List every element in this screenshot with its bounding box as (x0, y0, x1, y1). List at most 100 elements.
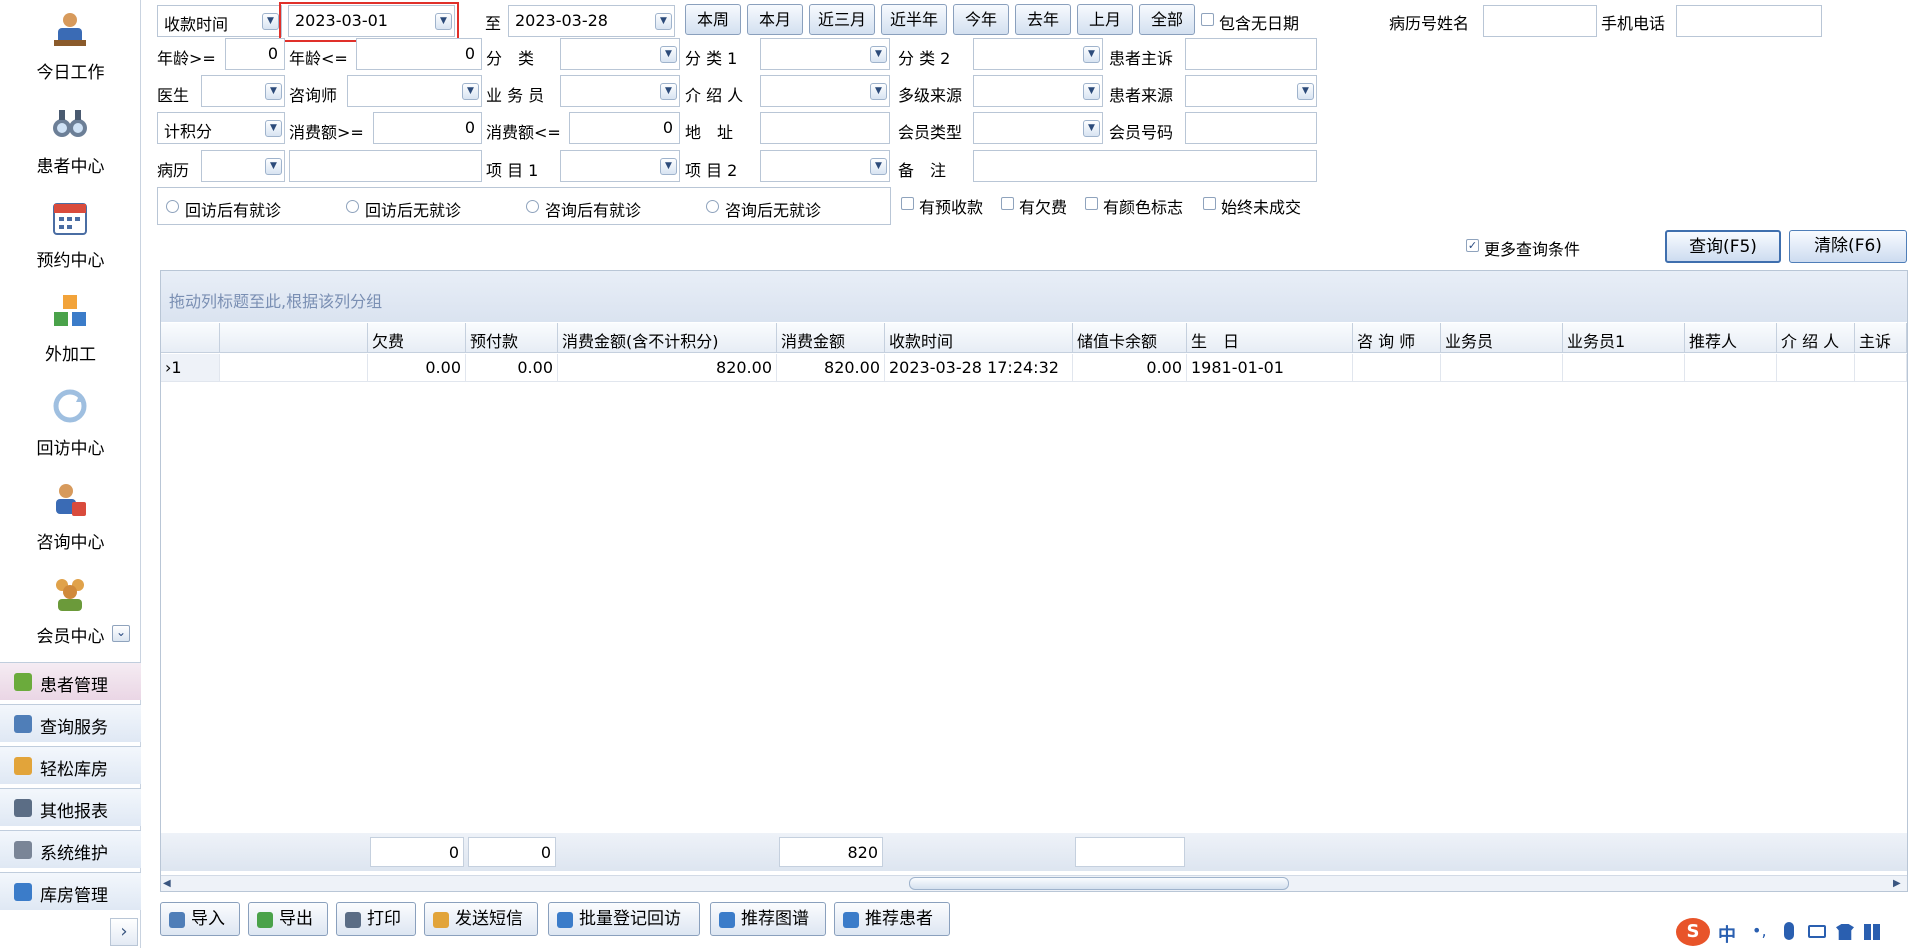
column-header-birthday[interactable]: 生 日 (1187, 323, 1353, 353)
radio-consult-not-visited[interactable] (706, 200, 719, 213)
item1-select[interactable]: ▼ (560, 150, 680, 182)
all-button[interactable]: 全部 (1139, 4, 1195, 35)
age-ge-input[interactable]: 0 (225, 38, 285, 70)
column-header-pay-time[interactable]: 收款时间 (885, 323, 1073, 353)
this-year-button[interactable]: 今年 (953, 4, 1009, 35)
never-deal-checkbox[interactable] (1203, 197, 1216, 210)
nav-member-center[interactable]: 会员中心 (0, 566, 141, 660)
ime-punctuation[interactable]: •, (1752, 921, 1767, 940)
expand-sidebar-button[interactable]: › (110, 918, 138, 946)
category-select[interactable]: ▼ (560, 38, 680, 70)
column-header-spend[interactable]: 消费金额 (777, 323, 885, 353)
more-conditions-checkbox[interactable]: ✓ (1466, 239, 1479, 252)
column-header-introducer[interactable]: 介 绍 人 (1777, 323, 1855, 353)
horizontal-scrollbar[interactable]: ◀ ▶ (161, 875, 1907, 891)
doctor-select[interactable]: ▼ (201, 75, 285, 107)
scroll-left-icon[interactable]: ◀ (163, 877, 175, 890)
cell-consultant[interactable] (1353, 354, 1441, 382)
cell-spend[interactable]: 820.00 (777, 354, 885, 382)
apps-grid-icon[interactable] (1864, 924, 1880, 940)
scrollbar-thumb[interactable] (909, 877, 1289, 890)
recommend-graph-button[interactable]: 推荐图谱 (710, 902, 826, 936)
age-le-input[interactable]: 0 (356, 38, 482, 70)
points-mode-select[interactable]: 计积分 ▼ (157, 112, 285, 144)
clear-button[interactable]: 清除(F6) (1789, 230, 1907, 263)
import-button[interactable]: 导入 (160, 902, 240, 936)
column-header-card-balance[interactable]: 储值卡余额 (1073, 323, 1187, 353)
last-month-button[interactable]: 上月 (1077, 4, 1133, 35)
microphone-icon[interactable] (1784, 922, 1794, 940)
last-year-button[interactable]: 去年 (1015, 4, 1071, 35)
consultant-select[interactable]: ▼ (347, 75, 482, 107)
record-input[interactable] (289, 150, 482, 182)
column-header-indicator[interactable] (161, 323, 220, 353)
ime-language[interactable]: 中 (1718, 921, 1736, 947)
column-header-arrears[interactable]: 欠费 (368, 323, 466, 353)
patient-source-select[interactable]: ▼ (1185, 75, 1317, 107)
cell-salesman[interactable] (1441, 354, 1563, 382)
column-header-consultant[interactable]: 咨 询 师 (1353, 323, 1441, 353)
column-header-complaint[interactable]: 主诉 (1855, 323, 1907, 353)
recommend-patient-button[interactable]: 推荐患者 (834, 902, 950, 936)
cell-introducer[interactable] (1777, 354, 1855, 382)
remark-input[interactable] (973, 150, 1317, 182)
introducer-select[interactable]: ▼ (760, 75, 890, 107)
date-to-input[interactable]: 2023-03-28 ▼ (508, 5, 675, 37)
row-indicator[interactable]: ›1 (161, 354, 220, 382)
spend-ge-input[interactable]: 0 (373, 112, 482, 144)
nav-appointment-center[interactable]: 预约中心 (0, 190, 141, 284)
keyboard-icon[interactable] (1808, 925, 1826, 938)
last-half-year-button[interactable]: 近半年 (881, 4, 947, 35)
category-easy-warehouse[interactable]: 轻松库房 (0, 746, 141, 784)
this-month-button[interactable]: 本月 (747, 4, 803, 35)
color-flag-checkbox[interactable] (1085, 197, 1098, 210)
cell-complaint[interactable] (1855, 354, 1907, 382)
radio-consult-visited[interactable] (526, 200, 539, 213)
category-storage-mgmt[interactable]: 库房管理 (0, 872, 141, 910)
column-header-salesman1[interactable]: 业务员1 (1563, 323, 1685, 353)
salesman-select[interactable]: ▼ (560, 75, 680, 107)
this-week-button[interactable]: 本周 (685, 4, 741, 35)
include-no-date-checkbox[interactable] (1201, 13, 1214, 26)
multi-source-select[interactable]: ▼ (973, 75, 1103, 107)
category-system-maint[interactable]: 系统维护 (0, 830, 141, 868)
nav-patient-center[interactable]: 患者中心 (0, 96, 141, 190)
item2-select[interactable]: ▼ (760, 150, 890, 182)
spend-le-input[interactable]: 0 (569, 112, 680, 144)
column-header-spend-all[interactable]: 消费金额(含不计积分) (558, 323, 777, 353)
cell-name[interactable] (220, 354, 368, 382)
cell-birthday[interactable]: 1981-01-01 (1187, 354, 1353, 382)
category-patient-mgmt[interactable]: 患者管理 (0, 662, 141, 700)
nav-outsourcing[interactable]: 外加工 (0, 284, 141, 378)
column-header-salesman[interactable]: 业务员 (1441, 323, 1563, 353)
cell-salesman1[interactable] (1563, 354, 1685, 382)
record-name-input[interactable] (1483, 5, 1597, 37)
column-header-prepaid[interactable]: 预付款 (466, 323, 558, 353)
print-button[interactable]: 打印 (336, 902, 416, 936)
last-three-months-button[interactable]: 近三月 (809, 4, 875, 35)
category-query-service[interactable]: 查询服务 (0, 704, 141, 742)
nav-today-work[interactable]: 今日工作 (0, 2, 141, 96)
cell-card-balance[interactable]: 0.00 (1073, 354, 1187, 382)
arrears-checkbox[interactable] (1001, 197, 1014, 210)
column-header-name[interactable] (220, 323, 368, 353)
member-type-select[interactable]: ▼ (973, 112, 1103, 144)
address-input[interactable] (760, 112, 890, 144)
group-by-panel[interactable]: 拖动列标题至此,根据该列分组 (161, 271, 1907, 322)
query-button[interactable]: 查询(F5) (1665, 230, 1781, 263)
ime-logo[interactable]: S (1676, 918, 1710, 946)
prepaid-checkbox[interactable] (901, 197, 914, 210)
cell-arrears[interactable]: 0.00 (368, 354, 466, 382)
category-other-reports[interactable]: 其他报表 (0, 788, 141, 826)
category1-select[interactable]: ▼ (760, 38, 890, 70)
cell-prepaid[interactable]: 0.00 (466, 354, 558, 382)
cell-referrer[interactable] (1685, 354, 1777, 382)
category2-select[interactable]: ▼ (973, 38, 1103, 70)
record-select[interactable]: ▼ (201, 150, 285, 182)
phone-input[interactable] (1676, 5, 1822, 37)
collapse-nav-button[interactable]: ⌄ (112, 625, 130, 642)
cell-pay-time[interactable]: 2023-03-28 17:24:32 (885, 354, 1073, 382)
skin-icon[interactable] (1836, 924, 1854, 940)
date-type-select[interactable]: 收款时间 ▼ (157, 5, 282, 37)
nav-followup-center[interactable]: 回访中心 (0, 378, 141, 472)
